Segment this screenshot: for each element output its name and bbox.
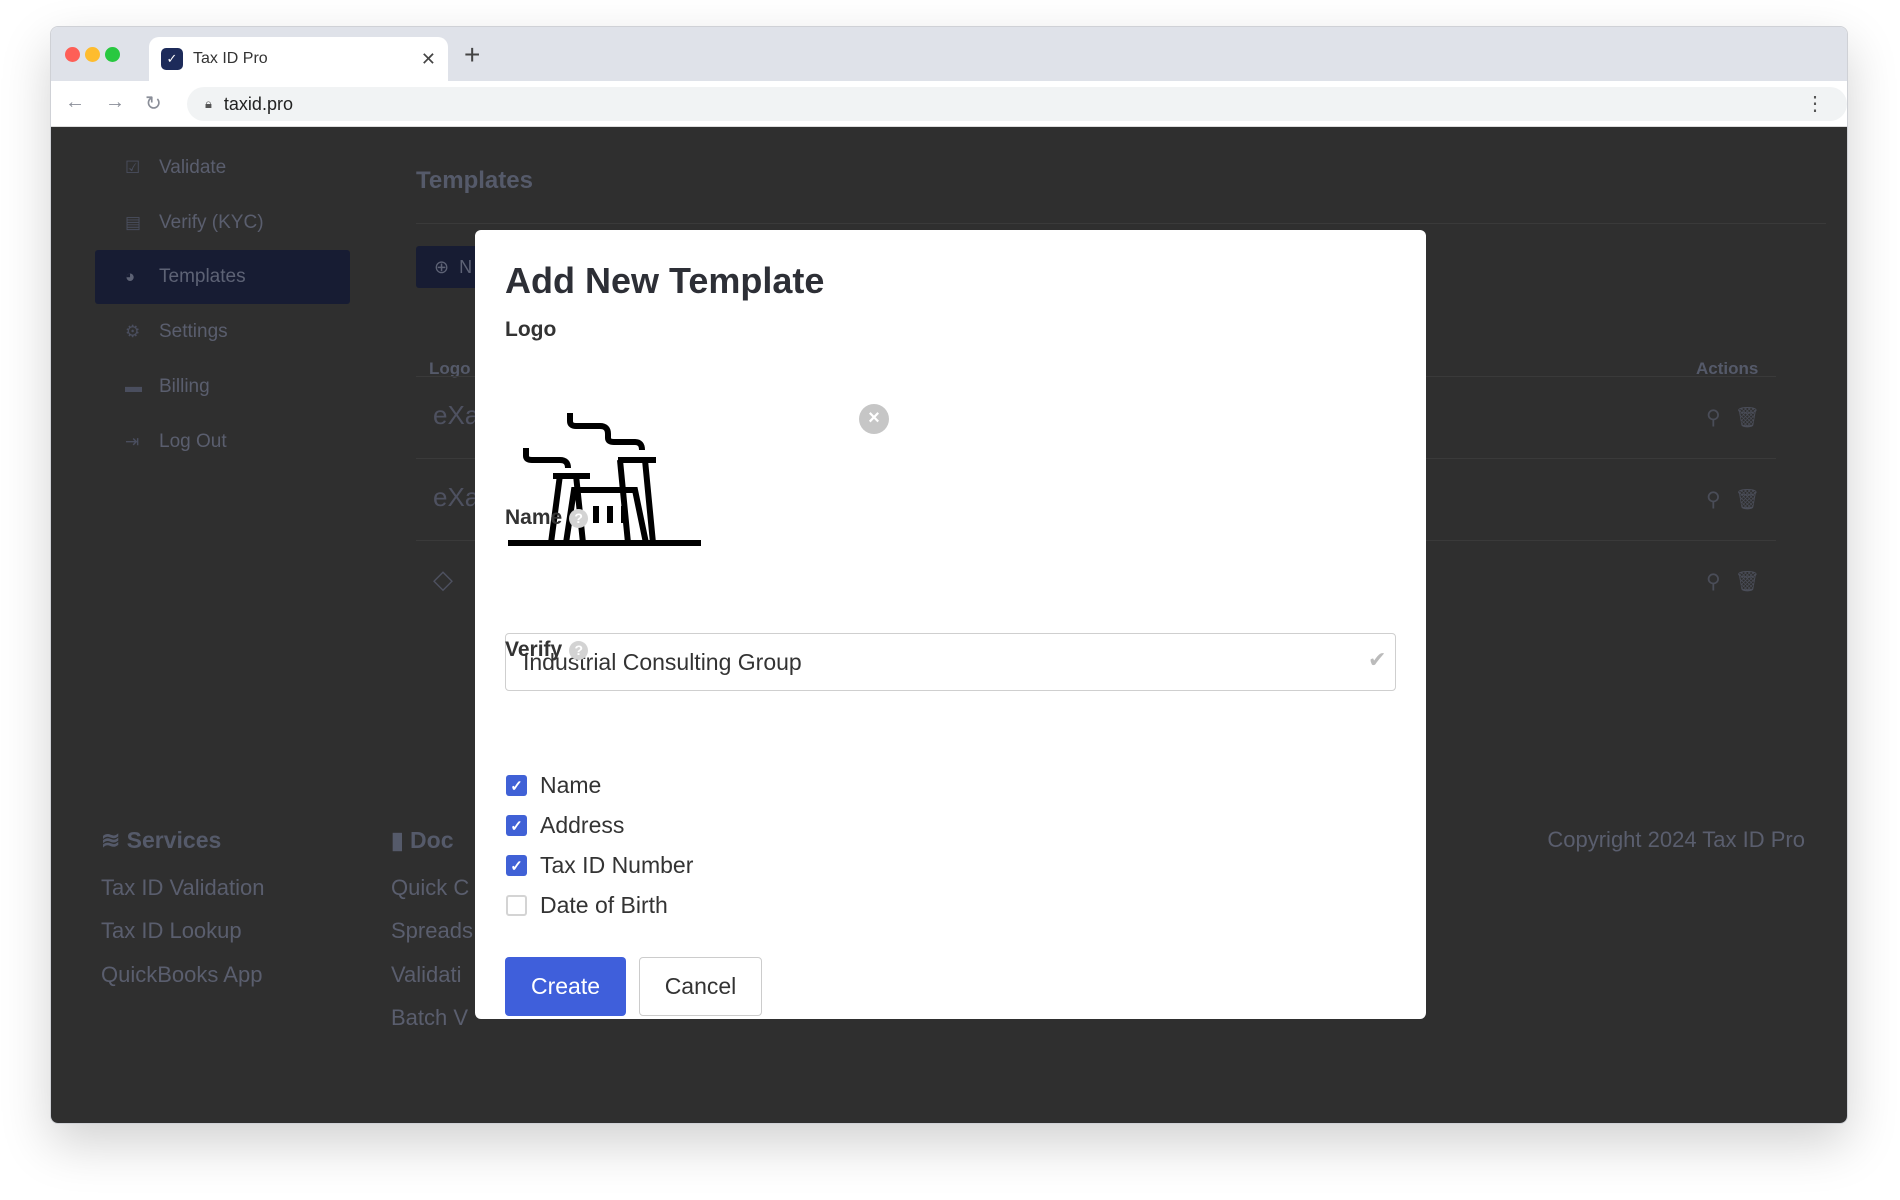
valid-check-icon: ✔ — [1368, 647, 1387, 672]
url-text: taxid.pro — [223, 93, 293, 114]
add-template-modal: Add New Template Logo × Name? ✔ Verify? … — [475, 230, 1426, 1019]
footer-link[interactable]: Quick C — [391, 875, 469, 901]
browser-window: ✓ Tax ID Pro ✕ + ← → ↻ 🔒︎ taxid.pro ⋮ ☑ V… — [50, 26, 1848, 1124]
tab-bar: ✓ Tax ID Pro ✕ + — [51, 27, 1847, 81]
help-icon[interactable]: ? — [569, 508, 589, 528]
name-label: Name? — [505, 506, 589, 530]
tab-title: Tax ID Pro — [193, 50, 268, 67]
plus-circle-icon: ⊕ — [434, 256, 450, 277]
sign-out-icon: ⇥ — [125, 432, 140, 451]
name-input[interactable] — [505, 633, 1396, 691]
checkbox-unchecked-icon[interactable] — [506, 895, 527, 916]
row-actions: ⚲🗑︎ — [1706, 405, 1774, 430]
back-arrow-icon[interactable]: ← — [65, 91, 85, 114]
trash-icon[interactable]: 🗑︎ — [1735, 407, 1774, 429]
close-window-button[interactable] — [65, 47, 80, 62]
footer-link[interactable]: Spreads — [391, 918, 473, 944]
favicon-check-icon: ✓ — [161, 48, 183, 70]
verify-taxid-checkbox[interactable]: ✓ Tax ID Number — [506, 852, 693, 879]
forward-arrow-icon[interactable]: → — [105, 91, 125, 114]
remove-logo-button[interactable]: × — [859, 404, 889, 434]
close-tab-icon[interactable]: ✕ — [421, 49, 436, 70]
sidebar-item-validate[interactable]: ☑ Validate — [95, 141, 350, 195]
sidebar-item-settings[interactable]: ⚙ Settings — [95, 305, 350, 359]
footer-services-heading: ≋ Services — [101, 827, 222, 853]
sidebar-item-logout[interactable]: ⇥ Log Out — [95, 415, 350, 469]
trash-icon[interactable]: 🗑︎ — [1735, 489, 1774, 511]
footer-link[interactable]: Validati — [391, 962, 462, 988]
checkbox-checked-icon[interactable]: ✓ — [506, 855, 527, 876]
logo-label: Logo — [505, 318, 557, 341]
footer-docs-heading: ▮ Doc — [391, 827, 454, 853]
checkbox-checked-icon[interactable]: ✓ — [506, 815, 527, 836]
verify-dob-checkbox[interactable]: Date of Birth — [506, 892, 668, 919]
browser-tab[interactable]: ✓ Tax ID Pro ✕ — [149, 37, 448, 81]
new-tab-plus-icon[interactable]: + — [464, 39, 480, 71]
table-row-logo: eXa — [433, 482, 480, 512]
footer-link[interactable]: Batch V — [391, 1005, 468, 1031]
row-actions: ⚲🗑︎ — [1706, 569, 1774, 594]
search-icon[interactable]: ⚲ — [1706, 407, 1735, 429]
check-square-icon: ☑ — [125, 158, 141, 177]
sidebar-item-verify[interactable]: ▤ Verify (KYC) — [95, 196, 350, 250]
book-icon: ▮ — [391, 827, 411, 853]
search-icon[interactable]: ⚲ — [1706, 571, 1735, 593]
modal-title: Add New Template — [505, 260, 825, 301]
credit-card-icon: ▬ — [125, 377, 142, 396]
minimize-window-button[interactable] — [85, 47, 100, 62]
checkbox-checked-icon[interactable]: ✓ — [506, 775, 527, 796]
cancel-button[interactable]: Cancel — [639, 957, 762, 1016]
sidebar-item-templates[interactable]: ◕ Templates — [95, 250, 350, 304]
menu-kebab-icon[interactable]: ⋮ — [1805, 91, 1825, 116]
maximize-window-button[interactable] — [105, 47, 120, 62]
footer-link[interactable]: QuickBooks App — [101, 962, 262, 988]
create-button[interactable]: Create — [505, 957, 626, 1016]
table-row-logo: eXa — [433, 400, 480, 430]
browser-toolbar: ← → ↻ 🔒︎ taxid.pro ⋮ — [51, 81, 1847, 127]
table-row-logo: ◇ — [433, 564, 453, 594]
address-bar[interactable]: 🔒︎ taxid.pro — [187, 87, 1847, 121]
divider — [416, 223, 1826, 224]
footer-link[interactable]: Tax ID Lookup — [101, 918, 242, 944]
footer-link[interactable]: Tax ID Validation — [101, 875, 264, 901]
verify-address-checkbox[interactable]: ✓ Address — [506, 812, 624, 839]
reload-icon[interactable]: ↻ — [145, 91, 162, 116]
row-actions: ⚲🗑︎ — [1706, 487, 1774, 512]
trash-icon[interactable]: 🗑︎ — [1735, 571, 1774, 593]
gear-icon: ⚙ — [125, 322, 141, 341]
lock-icon: 🔒︎ — [205, 96, 212, 111]
layers-icon: ≋ — [101, 827, 127, 853]
page-title: Templates — [416, 167, 533, 194]
copyright: Copyright 2024 Tax ID Pro — [1547, 827, 1805, 852]
search-icon[interactable]: ⚲ — [1706, 489, 1735, 511]
verify-label: Verify? — [505, 638, 589, 662]
palette-icon: ◕ — [125, 267, 136, 286]
id-card-icon: ▤ — [125, 213, 142, 232]
help-icon[interactable]: ? — [569, 640, 589, 660]
verify-name-checkbox[interactable]: ✓ Name — [506, 772, 601, 799]
sidebar-item-billing[interactable]: ▬ Billing — [95, 360, 350, 414]
